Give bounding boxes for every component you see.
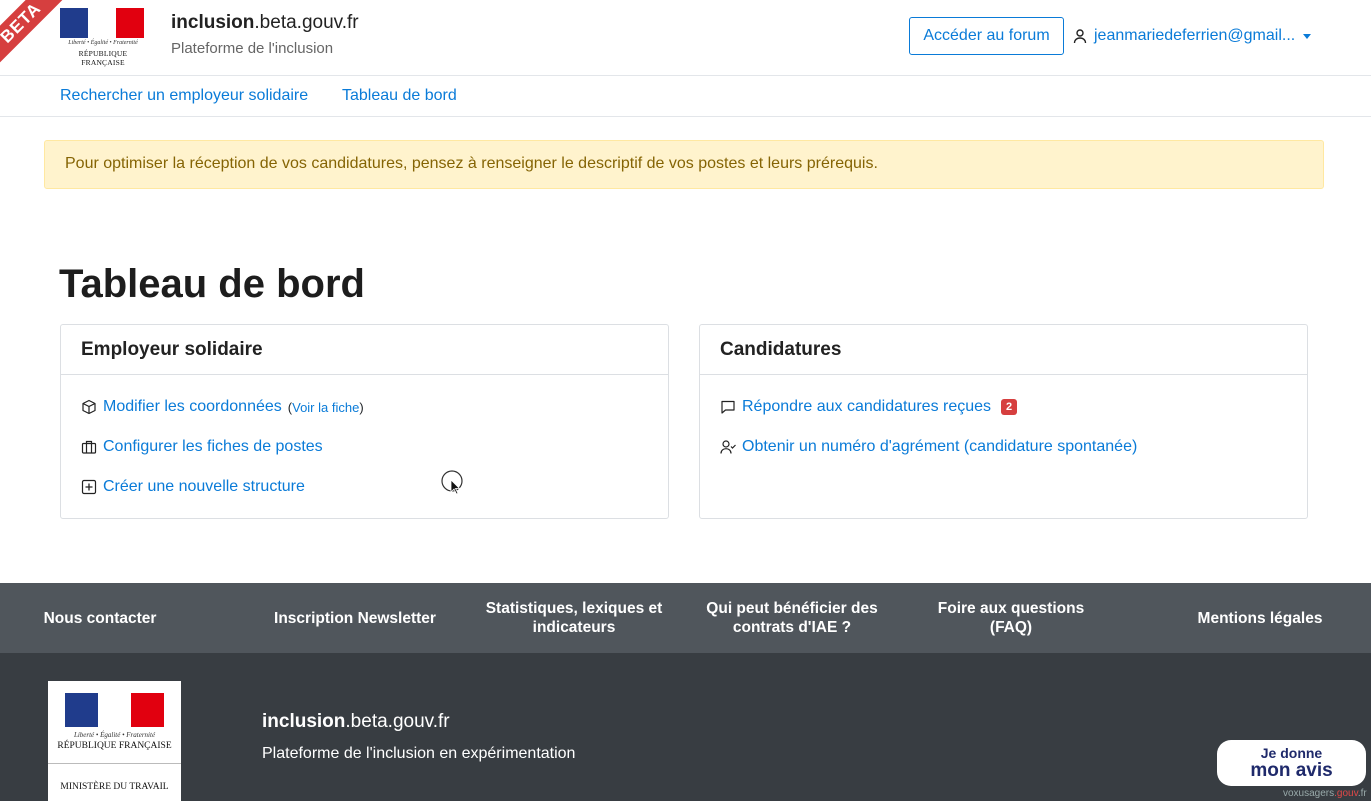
footer-links-bar: Nous contacter Inscription Newsletter St… [0, 583, 1371, 653]
box-icon [82, 399, 96, 415]
chevron-down-icon [1303, 33, 1312, 39]
site-footer: Liberté • Égalité • Fraternité RÉPUBLIQU… [0, 653, 1371, 801]
feedback-line-2: mon avis [1250, 760, 1333, 781]
create-row: Créer une nouvelle structure [81, 478, 305, 496]
usagers-pre: voxusagers [1283, 788, 1335, 799]
candidatures-card: Candidatures Répondre aux candidatures r… [699, 324, 1308, 519]
configure-job-sheets-link[interactable]: Configurer les fiches de postes [103, 438, 323, 456]
site-title-bold: inclusion [171, 12, 255, 33]
user-email: jeanmariedeferrien@gmail... [1094, 27, 1296, 44]
footer-subtitle: Plateforme de l'inclusion en expérimenta… [262, 745, 576, 762]
feedback-button[interactable]: Je donne mon avis [1217, 740, 1366, 786]
user-check-icon [720, 440, 736, 454]
ministry-name: MINISTÈRE DU TRAVAIL [60, 782, 169, 792]
candidatures-card-title: Candidatures [700, 325, 1307, 375]
feedback-line-1: Je donne [1260, 745, 1323, 761]
usagers-red: .gouv [1334, 788, 1358, 799]
mouse-cursor-icon [441, 470, 463, 495]
footer-title-bold: inclusion [262, 711, 346, 732]
footer-logo-republique: RÉPUBLIQUE FRANÇAISE [57, 741, 172, 751]
usagers-post: .fr [1357, 788, 1367, 799]
footer-contact-link[interactable]: Nous contacter [20, 583, 180, 653]
flag-icon [60, 8, 144, 38]
footer-legal-link[interactable]: Mentions légales [1180, 583, 1340, 653]
footer-title-rest: .beta.gouv.fr [345, 711, 450, 732]
main-nav: Rechercher un employeur solidaire Tablea… [0, 76, 1371, 117]
footer-logo-motto: Liberté • Égalité • Fraternité [73, 731, 156, 739]
create-structure-link[interactable]: Créer une nouvelle structure [103, 478, 305, 496]
footer-site-title: inclusion.beta.gouv.fr [262, 711, 450, 733]
respond-row: Répondre aux candidatures reçues 2 [720, 398, 1018, 416]
agrement-number-link[interactable]: Obtenir un numéro d'agrément (candidatur… [742, 438, 1137, 456]
forum-button[interactable]: Accéder au forum [909, 17, 1064, 55]
briefcase-icon [81, 440, 97, 454]
site-title[interactable]: inclusion.beta.gouv.fr [171, 12, 359, 34]
employer-card: Employeur solidaire Modifier les coordon… [60, 324, 669, 519]
plus-square-icon [81, 479, 97, 495]
modify-row: Modifier les coordonnées (Voir la fiche) [81, 398, 364, 416]
modify-coordinates-link[interactable]: Modifier les coordonnées [103, 398, 282, 416]
candidatures-count-badge: 2 [1001, 399, 1018, 415]
view-paren-close: ) [359, 399, 364, 415]
nav-dashboard[interactable]: Tableau de bord [342, 87, 457, 105]
marianne-logo[interactable]: Liberté • Égalité • Fraternité RÉPUBLIQU… [58, 6, 148, 67]
site-subtitle: Plateforme de l'inclusion [171, 40, 334, 57]
user-menu-dropdown[interactable]: jeanmariedeferrien@gmail... [1072, 26, 1312, 46]
warning-alert: Pour optimiser la réception de vos candi… [44, 140, 1324, 189]
site-title-rest: .beta.gouv.fr [254, 12, 359, 33]
footer-faq-link[interactable]: Foire aux questions (FAQ) [921, 583, 1101, 653]
logo-motto: Liberté • Égalité • Fraternité [68, 40, 138, 46]
flag-icon [65, 693, 164, 727]
user-icon [1073, 29, 1087, 44]
agrement-row: Obtenir un numéro d'agrément (candidatur… [720, 438, 1137, 456]
employer-card-title: Employeur solidaire [61, 325, 668, 375]
logo-republique: RÉPUBLIQUE FRANÇAISE [78, 49, 128, 67]
ministry-logo: Liberté • Égalité • Fraternité RÉPUBLIQU… [48, 681, 181, 801]
configure-row: Configurer les fiches de postes [81, 438, 323, 456]
view-sheet-link[interactable]: Voir la fiche [292, 400, 359, 415]
logo-divider [48, 763, 181, 764]
site-header: BETA Liberté • Égalité • Fraternité RÉPU… [0, 0, 1371, 76]
nav-search-employer[interactable]: Rechercher un employeur solidaire [60, 87, 308, 105]
footer-stats-link[interactable]: Statistiques, lexiques et indicateurs [474, 583, 674, 653]
footer-newsletter-link[interactable]: Inscription Newsletter [255, 583, 455, 653]
page-title: Tableau de bord [59, 262, 365, 306]
voxusagers-label: voxusagers.gouv.fr [1283, 788, 1367, 799]
chat-icon [721, 400, 735, 414]
footer-iae-link[interactable]: Qui peut bénéficier des contrats d'IAE ? [692, 583, 892, 653]
respond-candidatures-link[interactable]: Répondre aux candidatures reçues [742, 398, 991, 416]
